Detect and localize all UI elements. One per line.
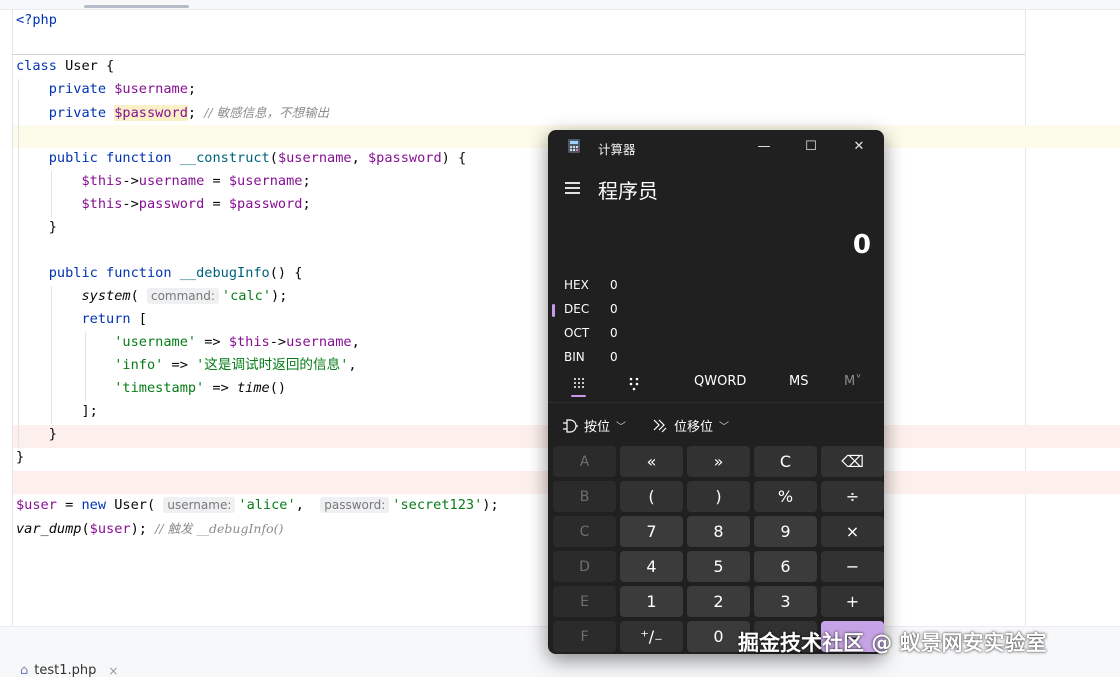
key-negate[interactable]: ⁺/₋ — [620, 621, 683, 652]
key-multiply[interactable]: × — [821, 516, 884, 547]
key-close-paren[interactable]: ) — [687, 481, 750, 512]
mode-title: 程序员 — [598, 179, 658, 203]
watermark-text: 掘金技术社区 @ 蚁景网安实验室 — [738, 631, 1047, 655]
close-icon[interactable]: ✕ — [845, 135, 873, 157]
calculator-window[interactable]: 计算器 — ☐ ✕ 程序员 0 HEX 0 DEC 0 OCT 0 BIN 0 QWOR… — [548, 130, 884, 654]
calculator-app-icon — [568, 139, 580, 153]
key-8[interactable]: 8 — [687, 516, 750, 547]
code-line: } — [16, 449, 25, 465]
bitshift-dropdown[interactable]: 位移位 ﹀ — [652, 416, 729, 435]
chevron-down-icon: ﹀ — [719, 422, 730, 433]
key-open-paren[interactable]: ( — [620, 481, 683, 512]
close-icon[interactable]: × — [108, 664, 118, 678]
backspace-icon[interactable]: ⌫ — [821, 446, 884, 477]
key-9[interactable]: 9 — [754, 516, 817, 547]
code-line: system( command:'calc'); — [81, 288, 288, 304]
word-size-button[interactable]: QWORD — [694, 374, 746, 389]
code-line: public function __debugInfo() { — [48, 265, 303, 281]
radix-oct[interactable]: OCT 0 — [564, 326, 618, 346]
code-line: return [ — [81, 311, 147, 327]
password-warning-highlight: $password — [114, 105, 188, 121]
key-6[interactable]: 6 — [754, 551, 817, 582]
code-line: 'username' => $this->username, — [114, 334, 360, 350]
minimize-icon[interactable]: — — [750, 135, 778, 157]
key-c-hex[interactable]: C — [553, 516, 616, 547]
parameter-hint: username: — [163, 497, 236, 513]
code-separator — [12, 54, 1025, 55]
key-3[interactable]: 3 — [754, 586, 817, 617]
keypad-selected-indicator — [571, 395, 586, 397]
key-2[interactable]: 2 — [687, 586, 750, 617]
bitshift-icon — [653, 419, 667, 432]
key-left-shift[interactable]: « — [620, 446, 683, 477]
memory-dropdown-button[interactable]: M˅ — [844, 374, 862, 389]
full-keypad-icon[interactable] — [572, 377, 586, 391]
code-line: public function __construct($username, $… — [48, 150, 467, 166]
key-divide[interactable]: ÷ — [821, 481, 884, 512]
key-minus[interactable]: − — [821, 551, 884, 582]
code-line: $user = new User( username:'alice', pass… — [16, 497, 499, 513]
toolbar-divider — [548, 402, 884, 403]
code-line: $this->username = $username; — [81, 173, 311, 189]
key-4[interactable]: 4 — [620, 551, 683, 582]
programmer-toolbar: QWORD MS M˅ — [548, 374, 884, 400]
key-b[interactable]: B — [553, 481, 616, 512]
active-tab-indicator — [84, 5, 189, 8]
parameter-hint: password: — [320, 497, 390, 513]
code-line: var_dump($user); // 触发 __debugInfo() — [16, 521, 284, 537]
code-line: class User { — [16, 58, 115, 74]
code-line: 'timestamp' => time() — [114, 380, 287, 396]
menu-icon[interactable] — [565, 182, 580, 194]
key-a[interactable]: A — [553, 446, 616, 477]
code-line: ]; — [81, 403, 98, 419]
code-line: <?php — [16, 12, 57, 28]
key-plus[interactable]: + — [821, 586, 884, 617]
chevron-down-icon: ﹀ — [616, 422, 627, 433]
radix-selected-indicator — [552, 304, 555, 317]
gutter-divider — [12, 9, 13, 626]
memory-store-button[interactable]: MS — [789, 374, 808, 389]
key-clear[interactable]: C — [754, 446, 817, 477]
radix-bin[interactable]: BIN 0 — [564, 350, 618, 370]
code-line: private $username; — [48, 81, 197, 97]
code-line: 'info' => '这是调试时返回的信息', — [114, 357, 357, 373]
radix-hex[interactable]: HEX 0 — [564, 278, 618, 298]
key-f[interactable]: F — [553, 621, 616, 652]
bit-toggling-keypad-icon[interactable] — [627, 377, 641, 391]
window-title: 计算器 — [598, 142, 636, 157]
result-display: 0 — [852, 230, 871, 260]
key-d[interactable]: D — [553, 551, 616, 582]
bitwise-gate-icon — [563, 418, 578, 433]
code-line: private $password; // 敏感信息，不想输出 — [48, 105, 330, 121]
bitwise-dropdown[interactable]: 按位 ﹀ — [562, 416, 626, 435]
code-line: $this->password = $password; — [81, 196, 311, 212]
key-percent[interactable]: % — [754, 481, 817, 512]
key-5[interactable]: 5 — [687, 551, 750, 582]
key-e[interactable]: E — [553, 586, 616, 617]
code-line: } — [48, 219, 57, 235]
key-1[interactable]: 1 — [620, 586, 683, 617]
keypad: A « » C ⌫ B ( ) % ÷ C 7 8 9 × D 4 5 6 − … — [553, 446, 884, 652]
code-line: } — [48, 426, 57, 442]
maximize-icon[interactable]: ☐ — [797, 135, 825, 157]
key-7[interactable]: 7 — [620, 516, 683, 547]
right-margin-guide — [1025, 9, 1026, 626]
radix-dec[interactable]: DEC 0 — [564, 302, 618, 322]
key-right-shift[interactable]: » — [687, 446, 750, 477]
parameter-hint: command: — [146, 288, 219, 304]
